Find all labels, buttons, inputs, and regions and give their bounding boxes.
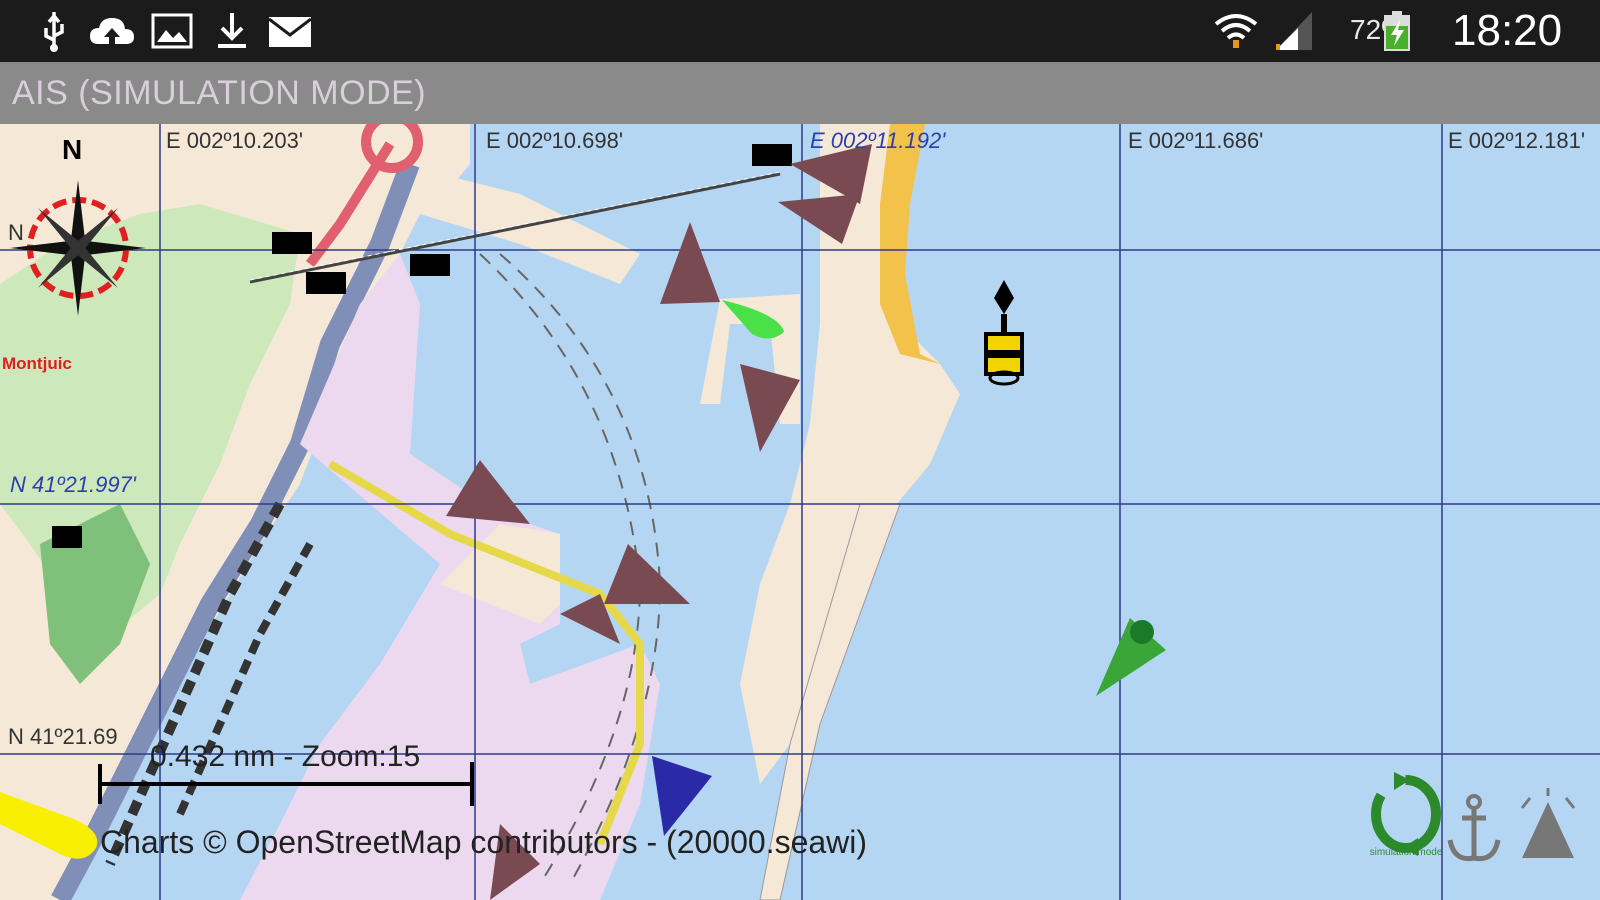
lon-label-2: E 002º10.698' [486, 128, 624, 153]
pier-north [420, 174, 640, 284]
status-bar: 72% 18:20 [0, 0, 1600, 62]
compass-north-label: N [62, 134, 83, 165]
battery-charging-icon [1382, 10, 1412, 52]
app-bar: AIS (SIMULATION MODE) [0, 62, 1600, 124]
simulation-mode-icon [1371, 772, 1441, 856]
lat-label-1: N [8, 220, 24, 245]
land-barceloneta [740, 124, 960, 784]
mail-icon [266, 10, 314, 52]
image-icon [150, 10, 194, 52]
usb-icon [38, 10, 70, 52]
map-attribution: Charts © OpenStreetMap contributors - (2… [100, 824, 868, 860]
anchor-icon [1447, 794, 1501, 862]
lon-label-5: E 002º12.181' [1448, 128, 1586, 153]
lat-label-3: N 41º21.69 [8, 724, 118, 749]
lon-label-1: E 002º10.203' [166, 128, 304, 153]
place-label-montjuic: Montjuic [2, 354, 72, 373]
map-canvas[interactable] [0, 124, 1600, 900]
ais-target-icon [1520, 788, 1576, 858]
signal-icon [1274, 10, 1314, 52]
scale-zoom-label: 0.432 nm - Zoom:15 [150, 740, 421, 773]
lon-label-4: E 002º11.686' [1128, 128, 1264, 153]
buoy-icon [984, 280, 1024, 386]
simulation-mode-label: simulation mode [1369, 847, 1443, 858]
lon-label-3: E 002º11.192' [810, 128, 946, 153]
lat-label-2: N 41º21.997' [10, 472, 136, 497]
chart-map[interactable]: E 002º10.203' E 002º10.698' E 002º11.192… [0, 124, 1600, 900]
cloud-upload-icon [88, 10, 136, 52]
download-icon [212, 10, 252, 52]
clock: 18:20 [1452, 6, 1563, 55]
wifi-icon [1212, 10, 1260, 52]
app-title: AIS (SIMULATION MODE) [12, 74, 427, 112]
